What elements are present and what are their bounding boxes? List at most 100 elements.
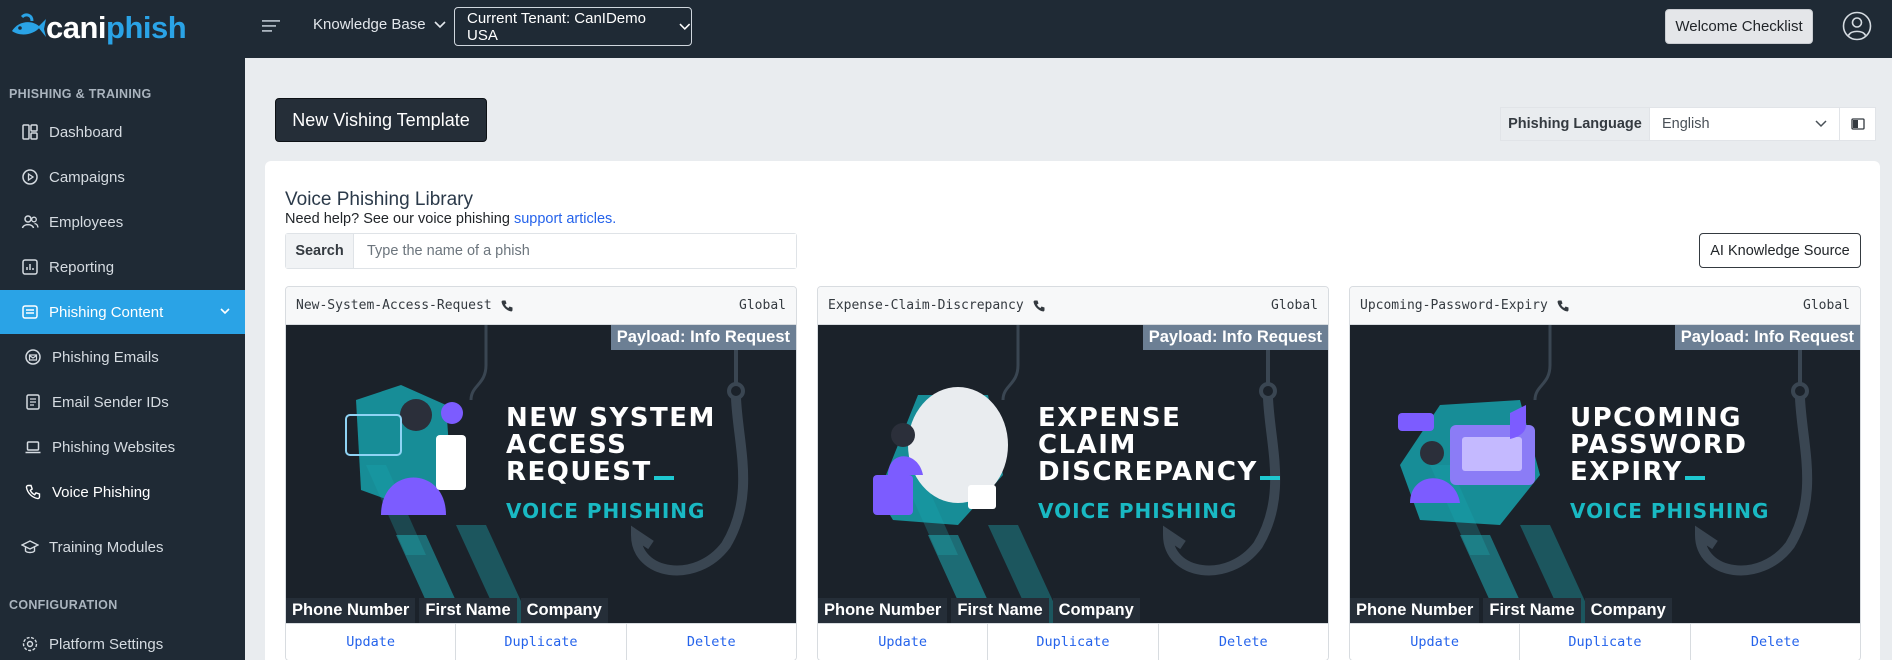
- email-icon: [24, 348, 42, 366]
- layout-icon: [1850, 118, 1865, 130]
- card-title[interactable]: Expense-Claim-Discrepancy: [828, 298, 1024, 313]
- payload-badge: Payload: Info Request: [1142, 325, 1328, 350]
- delete-button[interactable]: Delete: [626, 623, 796, 660]
- card-actions: Update Duplicate Delete: [818, 623, 1328, 660]
- support-articles-link[interactable]: support articles.: [514, 211, 616, 227]
- payload-badge: Payload: Info Request: [1674, 325, 1860, 350]
- top-bar: cani phish Knowledge Base Current Tenant:…: [0, 0, 1892, 58]
- view-toggle-button[interactable]: [1840, 107, 1876, 141]
- sidebar-item-phishing-websites[interactable]: Phishing Websites: [0, 425, 245, 469]
- card-title[interactable]: New-System-Access-Request: [296, 298, 492, 313]
- sidebar-item-voice-phishing[interactable]: Voice Phishing: [0, 470, 245, 514]
- sidebar-item-label: Campaigns: [49, 168, 125, 186]
- knowledge-base-label: Knowledge Base: [313, 16, 426, 33]
- help-text: Need help? See our voice phishing: [285, 211, 514, 227]
- card-header: New-System-Access-Request Global: [286, 287, 796, 325]
- logo[interactable]: cani phish: [10, 8, 187, 48]
- ai-knowledge-source-button[interactable]: AI Knowledge Source: [1699, 233, 1861, 268]
- sidebar-item-label: Phishing Websites: [52, 438, 176, 456]
- update-button[interactable]: Update: [818, 623, 989, 660]
- card-image[interactable]: Payload: Info Request UPCOMING PASSWORD …: [1350, 325, 1860, 623]
- headline-line: ACCESS: [506, 430, 628, 460]
- phone-icon: [1033, 300, 1045, 311]
- chevron-down-icon: [434, 20, 446, 28]
- card-headline: EXPENSE CLAIM DISCREPANCY: [1038, 405, 1280, 486]
- dashboard-icon: [21, 123, 39, 141]
- sidebar-item-dashboard[interactable]: Dashboard: [0, 110, 245, 154]
- sidebar-item-email-sender-ids[interactable]: Email Sender IDs: [0, 380, 245, 424]
- update-button[interactable]: Update: [286, 623, 457, 660]
- user-avatar-icon[interactable]: [1842, 11, 1872, 41]
- card-header: Upcoming-Password-Expiry Global: [1350, 287, 1860, 325]
- library-help-text: Need help? See our voice phishing suppor…: [285, 211, 616, 227]
- search-label: Search: [286, 234, 354, 268]
- sidebar-item-phishing-content[interactable]: Phishing Content: [0, 290, 245, 334]
- phish-card: New-System-Access-Request Global Payload: [285, 286, 797, 660]
- phishing-language-group: Phishing Language English: [1500, 107, 1876, 141]
- welcome-checklist-button[interactable]: Welcome Checklist: [1665, 9, 1813, 44]
- update-button[interactable]: Update: [1350, 623, 1521, 660]
- phishing-language-select[interactable]: English: [1650, 107, 1840, 141]
- headline-line: DISCREPANCY: [1038, 457, 1258, 487]
- sidebar-item-label: Email Sender IDs: [52, 393, 169, 411]
- card-headline: UPCOMING PASSWORD EXPIRY: [1570, 405, 1747, 486]
- card-title[interactable]: Upcoming-Password-Expiry: [1360, 298, 1548, 313]
- card-subtitle: VOICE PHISHING: [506, 499, 706, 523]
- card-image[interactable]: Payload: Info Request NEW SYSTEM ACCESS …: [286, 325, 796, 623]
- laptop-icon: [24, 438, 42, 456]
- phish-card: Expense-Claim-Discrepancy Global Payload: [817, 286, 1329, 660]
- card-headline: NEW SYSTEM ACCESS REQUEST: [506, 405, 716, 486]
- card-image[interactable]: Payload: Info Request EXPENSE CLAIM DISC…: [818, 325, 1328, 623]
- library-title: Voice Phishing Library: [285, 189, 473, 210]
- headline-line: PASSWORD: [1570, 430, 1748, 460]
- gear-icon: [21, 635, 39, 653]
- search-input[interactable]: [354, 234, 796, 268]
- sidebar-item-reporting[interactable]: Reporting: [0, 245, 245, 289]
- sidebar-item-label: Employees: [49, 213, 124, 231]
- fish-logo-icon: [12, 13, 46, 37]
- sidebar-section-heading: PHISHING & TRAINING: [9, 87, 152, 101]
- headline-line: EXPIRY: [1570, 457, 1683, 487]
- search-group: Search: [285, 233, 797, 269]
- duplicate-button[interactable]: Duplicate: [456, 623, 627, 660]
- cursor-mark: [1684, 476, 1705, 480]
- delete-button[interactable]: Delete: [1158, 623, 1328, 660]
- sidebar-item-phishing-emails[interactable]: Phishing Emails: [0, 335, 245, 379]
- tag-phone-number: Phone Number: [286, 598, 416, 623]
- card-scope: Global: [1271, 298, 1318, 313]
- brand-name-part1: cani: [46, 10, 107, 45]
- duplicate-button[interactable]: Duplicate: [988, 623, 1159, 660]
- tag-company: Company: [520, 598, 608, 623]
- phish-card: Upcoming-Password-Expiry Global Payload:…: [1349, 286, 1861, 660]
- duplicate-button[interactable]: Duplicate: [1520, 623, 1691, 660]
- voice-phishing-library-panel: Voice Phishing Library Need help? See ou…: [265, 161, 1880, 660]
- tag-company: Company: [1052, 598, 1140, 623]
- headline-line: CLAIM: [1038, 430, 1137, 460]
- chevron-down-icon: [220, 308, 230, 315]
- knowledge-base-dropdown[interactable]: Knowledge Base: [313, 16, 446, 33]
- cursor-mark: [653, 476, 674, 480]
- menu-toggle-icon[interactable]: [262, 18, 282, 34]
- card-header: Expense-Claim-Discrepancy Global: [818, 287, 1328, 325]
- phishing-language-label: Phishing Language: [1500, 107, 1650, 141]
- phone-icon: [501, 300, 513, 311]
- sidebar-item-employees[interactable]: Employees: [0, 200, 245, 244]
- sidebar-item-training-modules[interactable]: Training Modules: [0, 525, 245, 569]
- id-icon: [24, 393, 42, 411]
- sidebar-item-platform-settings[interactable]: Platform Settings: [0, 622, 245, 660]
- phishing-language-value: English: [1662, 116, 1710, 132]
- card-tags: Phone Number First Name Company: [1350, 598, 1672, 623]
- sidebar-item-campaigns[interactable]: Campaigns: [0, 155, 245, 199]
- tag-first-name: First Name: [1483, 598, 1581, 623]
- new-vishing-template-button[interactable]: New Vishing Template: [275, 98, 487, 142]
- card-tags: Phone Number First Name Company: [818, 598, 1140, 623]
- card-tags: Phone Number First Name Company: [286, 598, 608, 623]
- tag-phone-number: Phone Number: [818, 598, 948, 623]
- delete-button[interactable]: Delete: [1690, 623, 1860, 660]
- layers-icon: [21, 303, 39, 321]
- card-subtitle: VOICE PHISHING: [1038, 499, 1238, 523]
- card-scope: Global: [739, 298, 786, 313]
- tenant-select[interactable]: Current Tenant: CanIDemo USA: [454, 7, 692, 46]
- sidebar-item-label: Training Modules: [49, 538, 164, 556]
- sidebar-item-label: Reporting: [49, 258, 115, 276]
